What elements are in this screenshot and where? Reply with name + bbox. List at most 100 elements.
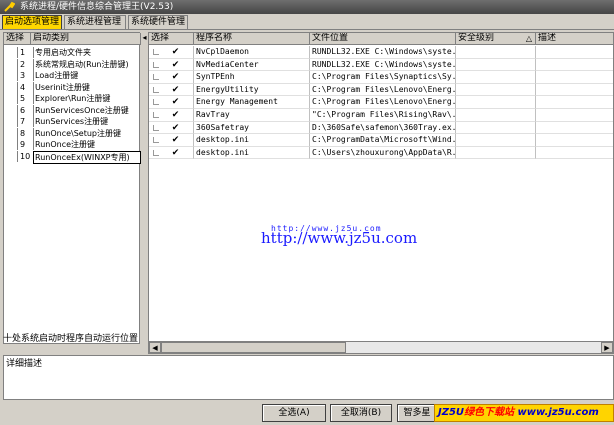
program-name: desktop.ini [194, 134, 310, 147]
row-number: 4 [17, 81, 29, 93]
checkbox[interactable]: ✔ [171, 85, 180, 95]
category-row[interactable]: 1 专用启动文件夹 [4, 47, 141, 58]
description [536, 84, 613, 97]
column-header-description[interactable]: 描述 [536, 33, 613, 45]
tab-startup-options[interactable]: 启动选项管理 [2, 15, 62, 29]
category-name: RunServicesOnce注册键 [33, 104, 141, 116]
program-name: desktop.ini [194, 146, 310, 160]
checkbox[interactable]: ✔ [171, 48, 180, 57]
wrench-icon [4, 1, 15, 12]
select-cell: ✔ [149, 71, 194, 84]
scroll-right-arrow-icon[interactable]: ▶ [601, 342, 613, 353]
security-level [456, 46, 536, 59]
checkbox[interactable]: ✔ [171, 73, 180, 82]
table-row[interactable]: ✔ NvCplDaemon RUNDLL32.EXE C:\Windows\sy… [149, 46, 613, 59]
select-cell: ✔ [149, 96, 194, 109]
table-row[interactable]: ✔ 360Safetray D:\360Safe\safemon\360Tray… [149, 121, 613, 135]
category-row[interactable]: 3 Load注册键 [4, 70, 141, 81]
checkbox[interactable]: ✔ [171, 136, 180, 145]
category-row[interactable]: 7 RunServices注册键 [4, 116, 141, 127]
security-level [456, 71, 536, 84]
banner-brand: JZ5U [438, 407, 465, 418]
checkbox[interactable]: ✔ [171, 60, 180, 70]
column-header-select[interactable]: 选择 [4, 33, 31, 45]
watermark-url: http://www.jz5u.com [261, 229, 418, 247]
category-row[interactable]: 9 RunOnce注册键 [4, 139, 141, 150]
row-number: 9 [17, 139, 29, 150]
tree-line-icon [153, 124, 159, 131]
category-row[interactable]: 2 系统常规启动(Run注册键) [4, 58, 141, 70]
table-row[interactable]: ✔ NvMediaCenter RUNDLL32.EXE C:\Windows\… [149, 58, 613, 72]
main-area: 选择 启动类别 1 专用启动文件夹 2 系统常规启动(Run注册键) 3 Loa… [0, 29, 614, 354]
title-bar[interactable]: 系统进程/硬件信息综合管理王(V2.53) [0, 0, 614, 14]
description [536, 147, 613, 160]
category-row-selected[interactable]: 10 RunOnceEx(WINXP专用) [4, 150, 141, 164]
category-row[interactable]: 4 Userinit注册键 [4, 81, 141, 93]
row-number: 3 [17, 70, 29, 81]
table-row[interactable]: ✔ SynTPEnh C:\Program Files\Synaptics\Sy… [149, 71, 613, 84]
startup-category-table: 选择 启动类别 1 专用启动文件夹 2 系统常规启动(Run注册键) 3 Loa… [3, 32, 141, 344]
table-row[interactable]: ✔ desktop.ini C:\ProgramData\Microsoft\W… [149, 134, 613, 147]
description [536, 109, 613, 122]
column-header-file-location[interactable]: 文件位置 [310, 33, 456, 45]
category-row[interactable]: 8 RunOnce\Setup注册键 [4, 127, 141, 139]
checkbox[interactable]: ✔ [171, 98, 180, 107]
startup-locations-caption: 十处系统启动时程序自动运行位置 [3, 334, 139, 344]
category-name: Explorer\Run注册键 [33, 93, 141, 104]
scroll-left-arrow-icon[interactable]: ◀ [149, 342, 161, 353]
description [536, 71, 613, 84]
program-name: SynTPEnh [194, 71, 310, 84]
table-row[interactable]: ✔ RavTray "C:\Program Files\Rising\Rav\.… [149, 109, 613, 122]
security-level [456, 96, 536, 109]
smart-button[interactable]: 智多星 [397, 404, 437, 422]
checkbox[interactable]: ✔ [171, 123, 180, 133]
file-location: C:\Program Files\Lenovo\Energ... [310, 83, 456, 97]
file-location: C:\Users\zhouxurong\AppData\R... [310, 146, 456, 160]
security-level [456, 58, 536, 72]
security-level [456, 109, 536, 122]
horizontal-scrollbar[interactable]: ◀ ▶ [148, 341, 614, 354]
site-banner-logo: JZ5U绿色下载站 www.jz5u.com [434, 404, 614, 422]
checkbox[interactable]: ✔ [171, 111, 180, 120]
tree-line-icon [153, 86, 159, 93]
detail-description-panel[interactable]: 详细描述 [3, 355, 614, 400]
row-number: 5 [17, 93, 29, 104]
security-level [456, 83, 536, 97]
table-row[interactable]: ✔ Energy Management C:\Program Files\Len… [149, 96, 613, 109]
detail-description-label: 详细描述 [6, 359, 43, 369]
file-location: D:\360Safe\safemon\360Tray.ex... [310, 121, 456, 135]
column-header-select[interactable]: 选择 [149, 33, 194, 45]
category-row[interactable]: 6 RunServicesOnce注册键 [4, 104, 141, 116]
scrollbar-thumb[interactable] [161, 342, 346, 353]
collapse-left-arrow-icon[interactable]: ◂ [141, 33, 148, 43]
category-name: RunServices注册键 [33, 116, 141, 127]
file-location: RUNDLL32.EXE C:\Windows\syste... [310, 46, 456, 59]
select-cell: ✔ [149, 109, 194, 122]
tree-line-icon [153, 149, 159, 156]
category-row[interactable]: 5 Explorer\Run注册键 [4, 93, 141, 104]
tab-hardware-manager[interactable]: 系统硬件管理 [128, 15, 188, 29]
column-header-program-name[interactable]: 程序名称 [194, 33, 310, 45]
startup-programs-table: 选择 程序名称 文件位置 安全级别 △ 描述 ✔ NvCplDaemon RUN… [148, 32, 614, 342]
select-cell: ✔ [149, 146, 194, 160]
column-header-security-level[interactable]: 安全级别 △ [456, 33, 536, 45]
select-all-button[interactable]: 全选(A) [262, 404, 326, 422]
tree-line-icon [153, 49, 159, 55]
column-header-category[interactable]: 启动类别 [31, 33, 141, 45]
category-name: 系统常规启动(Run注册键) [33, 58, 141, 70]
banner-url: www.jz5u.com [517, 407, 599, 418]
category-name: Userinit注册键 [33, 81, 141, 93]
category-name: RunOnce注册键 [33, 139, 141, 150]
select-cell: ✔ [149, 134, 194, 147]
select-cell: ✔ [149, 58, 194, 72]
tree-line-icon [153, 112, 159, 118]
program-name: NvCplDaemon [194, 46, 310, 59]
program-name: Energy Management [194, 96, 310, 109]
table-row[interactable]: ✔ desktop.ini C:\Users\zhouxurong\AppDat… [149, 146, 613, 160]
row-number: 8 [17, 127, 29, 139]
table-row[interactable]: ✔ EnergyUtility C:\Program Files\Lenovo\… [149, 83, 613, 97]
row-number: 10 [17, 150, 30, 162]
deselect-all-button[interactable]: 全取消(B) [330, 404, 392, 422]
tab-process-manager[interactable]: 系统进程管理 [64, 15, 126, 29]
checkbox[interactable]: ✔ [171, 148, 180, 158]
